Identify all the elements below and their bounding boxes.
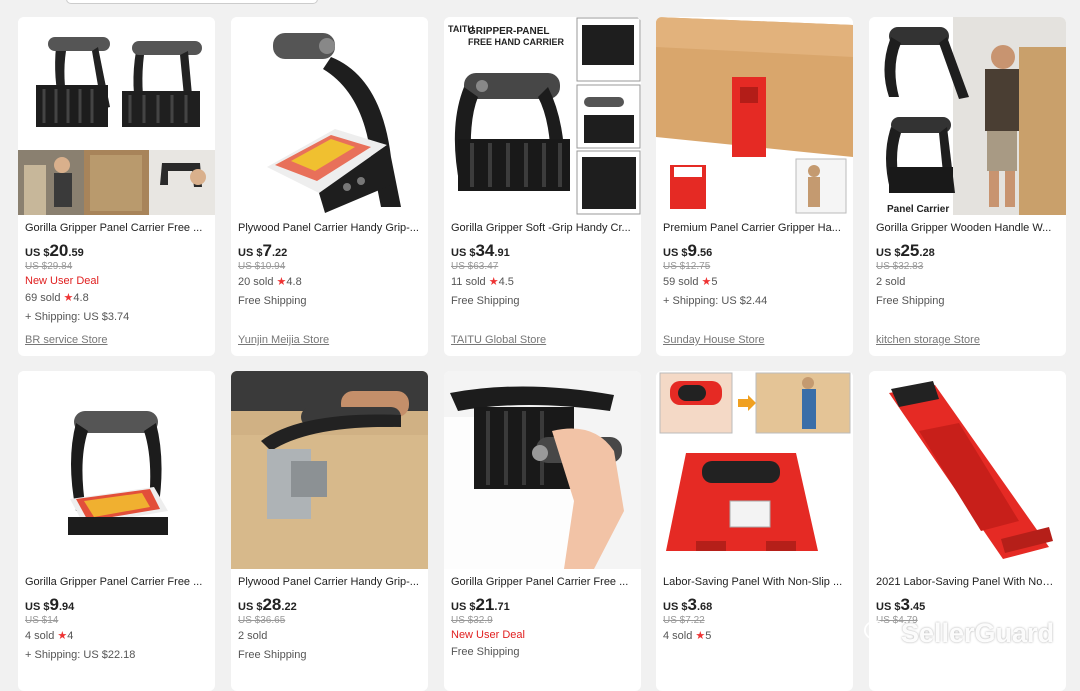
- product-card[interactable]: Gorilla Gripper Panel Carrier Free ... U…: [444, 371, 641, 691]
- shipping-info: + Shipping: US $3.74: [25, 311, 130, 323]
- product-image[interactable]: [231, 17, 428, 215]
- product-price: US $28.22: [238, 595, 297, 614]
- image-caption-text: Panel Carrier: [887, 204, 949, 215]
- new-user-deal-badge: New User Deal: [25, 275, 99, 287]
- shipping-info: Free Shipping: [876, 295, 945, 307]
- product-image[interactable]: [656, 17, 853, 215]
- shipping-info: Free Shipping: [238, 295, 307, 307]
- product-card[interactable]: Gorilla Gripper Panel Carrier Free ... U…: [18, 17, 215, 356]
- original-price: US $10.94: [238, 261, 286, 272]
- product-title[interactable]: Gorilla Gripper Panel Carrier Free ...: [25, 575, 208, 590]
- product-card[interactable]: Labor-Saving Panel With Non-Slip ... US …: [656, 371, 853, 691]
- sales-rating: 11 sold ★4.5: [451, 276, 514, 288]
- product-image[interactable]: TAITU GRIPPER-PANEL FREE HAND CARRIER: [444, 17, 641, 215]
- sales-count: 2 sold: [238, 630, 268, 642]
- product-title[interactable]: Plywood Panel Carrier Handy Grip-...: [238, 221, 421, 236]
- original-price: US $63.47: [451, 261, 499, 272]
- product-price: US $7.22: [238, 241, 288, 260]
- store-link[interactable]: Yunjin Meijia Store: [238, 334, 329, 346]
- star-icon: ★: [276, 276, 287, 288]
- product-title[interactable]: Labor-Saving Panel With Non-Slip ...: [663, 575, 846, 590]
- product-card[interactable]: TAITU GRIPPER-PANEL FREE HAND CARRIER Go…: [444, 17, 641, 356]
- watermark-text: SellerGuard: [900, 617, 1054, 648]
- product-card[interactable]: Plywood Panel Carrier Handy Grip-... US …: [231, 371, 428, 691]
- product-price: US $3.45: [876, 595, 926, 614]
- product-title[interactable]: Gorilla Gripper Panel Carrier Free ...: [25, 221, 208, 236]
- product-card[interactable]: Plywood Panel Carrier Handy Grip-... US …: [231, 17, 428, 356]
- product-price: US $25.28: [876, 241, 935, 260]
- product-price: US $9.94: [25, 595, 75, 614]
- original-price: US $36.65: [238, 615, 286, 626]
- product-image[interactable]: Panel Carrier: [869, 17, 1066, 215]
- product-title[interactable]: Gorilla Gripper Wooden Handle W...: [876, 221, 1059, 236]
- shipping-info: Free Shipping: [451, 646, 520, 658]
- new-user-deal-badge: New User Deal: [451, 629, 525, 641]
- star-icon: ★: [57, 630, 68, 642]
- product-title[interactable]: Gorilla Gripper Panel Carrier Free ...: [451, 575, 634, 590]
- product-title[interactable]: Premium Panel Carrier Gripper Ha...: [663, 221, 846, 236]
- image-subheadline-text: FREE HAND CARRIER: [468, 37, 565, 47]
- store-link[interactable]: kitchen storage Store: [876, 334, 980, 346]
- sales-count: 2 sold: [876, 276, 906, 288]
- star-icon: ★: [701, 276, 712, 288]
- original-price: US $29.84: [25, 261, 73, 272]
- sales-rating: 4 sold ★4: [25, 630, 74, 642]
- product-price: US $9.56: [663, 241, 713, 260]
- product-image[interactable]: [18, 371, 215, 569]
- store-link[interactable]: TAITU Global Store: [451, 334, 546, 346]
- shipping-info: + Shipping: US $22.18: [25, 649, 136, 661]
- star-icon: ★: [695, 630, 706, 642]
- original-price: US $14: [25, 615, 59, 626]
- sales-rating: 59 sold ★5: [663, 276, 718, 288]
- star-icon: ★: [63, 292, 74, 304]
- wechat-icon: [864, 620, 895, 645]
- product-price: US $34.91: [451, 241, 510, 260]
- product-image[interactable]: [656, 371, 853, 569]
- shipping-info: + Shipping: US $2.44: [663, 295, 768, 307]
- product-card[interactable]: Premium Panel Carrier Gripper Ha... US $…: [656, 17, 853, 356]
- star-icon: ★: [488, 276, 499, 288]
- product-title[interactable]: 2021 Labor-Saving Panel With Non-...: [876, 575, 1059, 590]
- product-card[interactable]: Panel Carrier Gorilla Gripper Wooden Han…: [869, 17, 1066, 356]
- product-image[interactable]: [18, 17, 215, 215]
- original-price: US $32.9: [451, 615, 493, 626]
- watermark: SellerGuard: [864, 615, 1054, 651]
- product-title[interactable]: Gorilla Gripper Soft -Grip Handy Cr...: [451, 221, 634, 236]
- product-image[interactable]: [231, 371, 428, 569]
- store-link[interactable]: BR service Store: [25, 334, 108, 346]
- product-price: US $20.59: [25, 241, 84, 260]
- store-link[interactable]: Sunday House Store: [663, 334, 765, 346]
- original-price: US $32.83: [876, 261, 924, 272]
- product-title[interactable]: Plywood Panel Carrier Handy Grip-...: [238, 575, 421, 590]
- sales-rating: 4 sold ★5: [663, 630, 712, 642]
- product-image[interactable]: [869, 371, 1066, 569]
- shipping-info: Free Shipping: [238, 649, 307, 661]
- original-price: US $12.75: [663, 261, 711, 272]
- image-headline-text: GRIPPER-PANEL: [468, 26, 550, 37]
- sales-rating: 69 sold ★4.8: [25, 292, 89, 304]
- product-price: US $3.68: [663, 595, 713, 614]
- product-grid: Gorilla Gripper Panel Carrier Free ... U…: [0, 0, 1080, 691]
- product-image[interactable]: [444, 371, 641, 569]
- product-card[interactable]: Gorilla Gripper Panel Carrier Free ... U…: [18, 371, 215, 691]
- original-price: US $7.22: [663, 615, 705, 626]
- product-price: US $21.71: [451, 595, 510, 614]
- sales-rating: 20 sold ★4.8: [238, 276, 302, 288]
- shipping-info: Free Shipping: [451, 295, 520, 307]
